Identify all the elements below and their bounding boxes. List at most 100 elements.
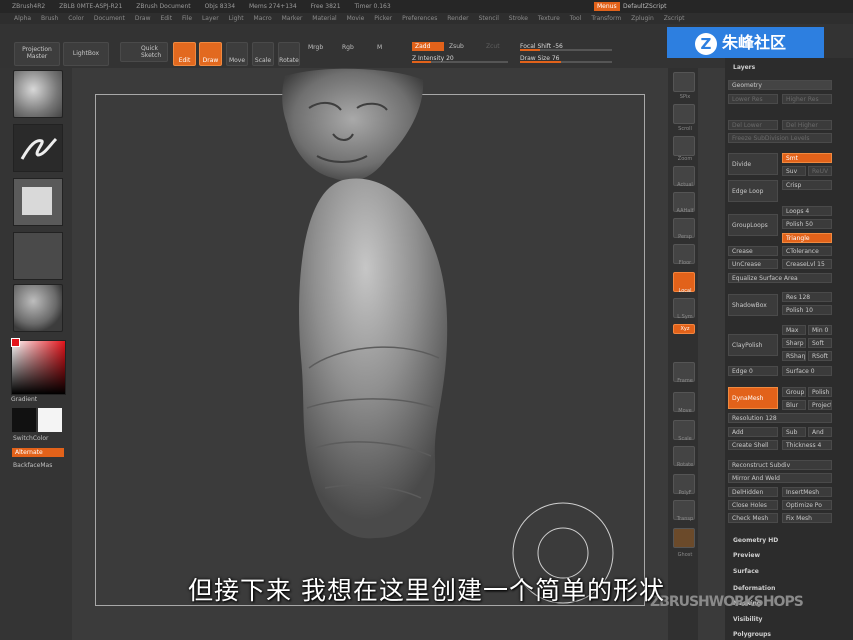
zcut-button[interactable]: Zcut — [486, 43, 500, 50]
mrgb-button[interactable]: Mrgb — [308, 44, 323, 51]
secondary-color-swatch[interactable] — [38, 408, 62, 432]
fix-mesh-button[interactable]: Fix Mesh — [782, 513, 832, 523]
menu-transform[interactable]: Transform — [591, 15, 621, 22]
ghost-button[interactable] — [673, 528, 695, 548]
project-toggle[interactable]: Project — [808, 400, 832, 410]
sharp-slider[interactable]: Sharp — [782, 338, 806, 348]
menu-file[interactable]: File — [182, 15, 192, 22]
draw-size-slider[interactable]: Draw Size 76 — [520, 54, 612, 63]
edit-button[interactable]: Edit — [173, 42, 196, 66]
add-button[interactable]: Add — [728, 427, 778, 437]
higher-res-button[interactable]: Higher Res — [782, 94, 832, 104]
projection-master-button[interactable]: Projection Master — [14, 42, 60, 66]
preview-section[interactable]: Preview — [733, 552, 760, 559]
menu-texture[interactable]: Texture — [538, 15, 560, 22]
menu-draw[interactable]: Draw — [135, 15, 151, 22]
focal-shift-slider[interactable]: Focal Shift -56 — [520, 42, 612, 51]
shadowbox-button[interactable]: ShadowBox — [728, 294, 778, 316]
ctolerance-slider[interactable]: CTolerance — [782, 246, 832, 256]
main-color-swatch[interactable] — [12, 408, 36, 432]
lightbox-button[interactable]: LightBox — [63, 42, 109, 66]
alternate-button[interactable]: Alternate — [12, 448, 64, 457]
menu-light[interactable]: Light — [229, 15, 244, 22]
rsharp-slider[interactable]: RSharp — [782, 351, 806, 361]
check-mesh-button[interactable]: Check Mesh — [728, 513, 778, 523]
min-slider[interactable]: Min 0 — [808, 325, 832, 335]
menu-picker[interactable]: Picker — [374, 15, 392, 22]
optimize-points-button[interactable]: Optimize Po — [782, 500, 832, 510]
polish-slider[interactable]: Polish 50 — [782, 219, 832, 229]
insertmesh-button[interactable]: InsertMesh — [782, 487, 832, 497]
geometry-hd-section[interactable]: Geometry HD — [733, 537, 778, 544]
triangle-toggle[interactable]: Triangle — [782, 233, 832, 243]
scale-button[interactable]: Scale — [252, 42, 274, 66]
menu-layer[interactable]: Layer — [202, 15, 219, 22]
group-toggle[interactable]: Group — [782, 387, 806, 397]
uncrease-button[interactable]: UnCrease — [728, 259, 778, 269]
claypolish-button[interactable]: ClayPolish — [728, 334, 778, 356]
menu-edit[interactable]: Edit — [160, 15, 172, 22]
crisp-toggle[interactable]: Crisp — [782, 180, 832, 190]
suv-toggle[interactable]: Suv — [782, 166, 806, 176]
menu-stencil[interactable]: Stencil — [479, 15, 499, 22]
color-picker[interactable] — [11, 340, 66, 395]
quick-sketch-button[interactable]: Quick Sketch — [120, 42, 168, 62]
menu-material[interactable]: Material — [312, 15, 336, 22]
switch-color-button[interactable]: SwitchColor — [13, 435, 49, 442]
menus-button[interactable]: Menus — [594, 2, 620, 11]
loops-slider[interactable]: Loops 4 — [782, 206, 832, 216]
menu-movie[interactable]: Movie — [347, 15, 365, 22]
smt-toggle[interactable]: Smt — [782, 153, 832, 163]
visibility-section[interactable]: Visibility — [733, 616, 762, 623]
rgb-button[interactable]: Rgb — [342, 44, 354, 51]
sculpt-model[interactable] — [95, 68, 645, 608]
menu-color[interactable]: Color — [68, 15, 84, 22]
z-intensity-slider[interactable]: Z Intensity 20 — [412, 54, 508, 63]
mirror-and-weld-button[interactable]: Mirror And Weld — [728, 473, 832, 483]
reuv-toggle[interactable]: ReUV — [808, 166, 832, 176]
and-button[interactable]: And — [808, 427, 832, 437]
reconstruct-subdiv-button[interactable]: Reconstruct Subdiv — [728, 460, 832, 470]
resolution-slider[interactable]: Resolution 128 — [728, 413, 832, 423]
alpha-thumbnail[interactable] — [13, 178, 63, 226]
edge-slider[interactable]: Edge 0 — [728, 366, 778, 376]
menu-zscript[interactable]: Zscript — [664, 15, 685, 22]
freeze-subdivision-button[interactable]: Freeze SubDivision Levels — [728, 133, 832, 143]
menu-document[interactable]: Document — [94, 15, 125, 22]
lower-res-button[interactable]: Lower Res — [728, 94, 778, 104]
delhidden-button[interactable]: DelHidden — [728, 487, 778, 497]
divide-button[interactable]: Divide — [728, 153, 778, 175]
sub-button[interactable]: Sub — [782, 427, 806, 437]
spix-button[interactable] — [673, 72, 695, 92]
thickness-slider[interactable]: Thickness 4 — [782, 440, 832, 450]
texture-thumbnail[interactable] — [13, 232, 63, 280]
equalize-surface-button[interactable]: Equalize Surface Area — [728, 273, 832, 283]
res-slider[interactable]: Res 128 — [782, 292, 832, 302]
polygroups-section[interactable]: Polygroups — [733, 631, 771, 638]
gradient-label[interactable]: Gradient — [11, 396, 37, 403]
menu-macro[interactable]: Macro — [254, 15, 272, 22]
zoom-button[interactable] — [673, 136, 695, 156]
soft-slider[interactable]: Soft — [808, 338, 832, 348]
surface-slider[interactable]: Surface 0 — [782, 366, 832, 376]
geometry-section-header[interactable]: Geometry — [728, 80, 832, 90]
menu-render[interactable]: Render — [447, 15, 468, 22]
draw-button[interactable]: Draw — [199, 42, 222, 66]
polish-toggle[interactable]: Polish — [808, 387, 832, 397]
blur-slider[interactable]: Blur — [782, 400, 806, 410]
menu-brush[interactable]: Brush — [41, 15, 58, 22]
grouploops-button[interactable]: GroupLoops — [728, 214, 778, 236]
brush-thumbnail[interactable] — [13, 70, 63, 118]
polish10-slider[interactable]: Polish 10 — [782, 305, 832, 315]
material-thumbnail[interactable] — [13, 284, 63, 332]
backface-mask-button[interactable]: BackfaceMas — [13, 462, 52, 469]
rotate-button[interactable]: Rotate — [278, 42, 300, 66]
max-slider[interactable]: Max — [782, 325, 806, 335]
menu-alpha[interactable]: Alpha — [14, 15, 31, 22]
m-button[interactable]: M — [377, 44, 382, 51]
menu-tool[interactable]: Tool — [570, 15, 582, 22]
zadd-button[interactable]: Zadd — [412, 42, 444, 51]
edge-loop-button[interactable]: Edge Loop — [728, 180, 778, 202]
del-higher-button[interactable]: Del Higher — [782, 120, 832, 130]
dynamesh-button[interactable]: DynaMesh — [728, 387, 778, 409]
